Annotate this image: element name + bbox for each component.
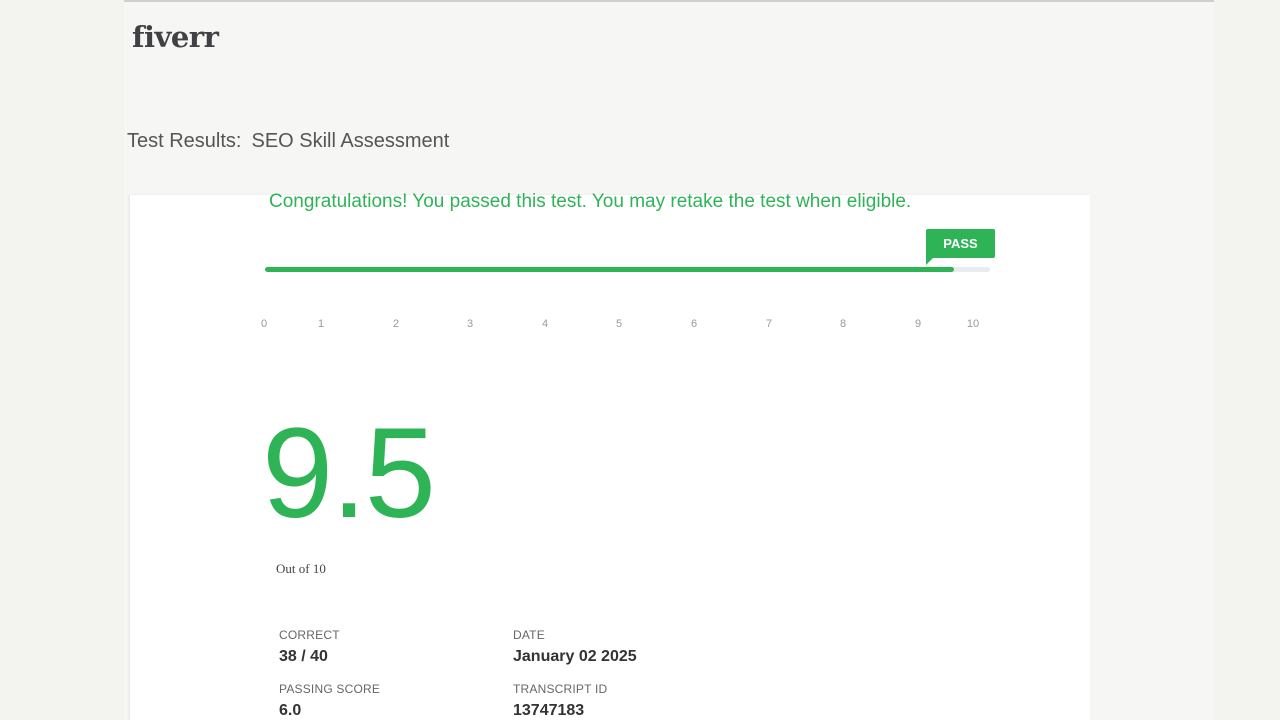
date-label: DATE: [513, 628, 545, 642]
scale-tick-label: 5: [615, 318, 623, 330]
scale-tick-label: 6: [690, 318, 698, 330]
scale-tick-label: 7: [765, 318, 773, 330]
pass-message: Congratulations! You passed this test. Y…: [269, 191, 912, 212]
correct-value: 38 / 40: [279, 648, 328, 665]
page-title: Test Results: SEO Skill Assessment: [127, 130, 449, 153]
transcript-id-value: 13747183: [513, 702, 585, 719]
passing-score-label: PASSING SCORE: [279, 682, 381, 696]
scale-tick-label: 9: [914, 318, 922, 330]
scale-tick-label: 1: [317, 318, 325, 330]
scale-tick-label: 8: [839, 318, 847, 330]
scale-tick-label: 10: [966, 318, 980, 330]
pass-badge-pointer: [926, 258, 933, 265]
scale-tick-label: 3: [466, 318, 474, 330]
score-out-of: Out of 10: [276, 561, 326, 576]
scale-tick-label: 4: [541, 318, 549, 330]
passing-score-value: 6.0: [279, 702, 302, 719]
scale-tick-label: 2: [392, 318, 400, 330]
score-value: 9.5: [262, 402, 436, 545]
test-name: SEO Skill Assessment: [251, 130, 450, 152]
scale-tick-label: 0: [260, 318, 268, 330]
date-value: January 02 2025: [513, 648, 637, 665]
fiverr-logo[interactable]: fiverr: [132, 20, 219, 54]
transcript-id-label: TRANSCRIPT ID: [513, 682, 608, 696]
page-title-prefix: Test Results:: [127, 130, 242, 152]
score-progress-track: [265, 267, 990, 272]
pass-badge: PASS: [926, 229, 995, 258]
score-progress-fill: [265, 267, 954, 272]
correct-label: CORRECT: [279, 628, 340, 642]
